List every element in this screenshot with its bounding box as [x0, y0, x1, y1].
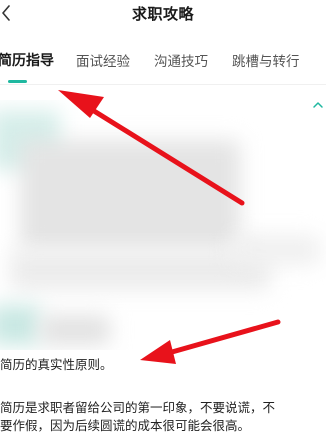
tabs-divider — [0, 84, 326, 85]
article-paragraph-line-1: 简历是求职者留给公司的第一印象，不要说谎，不 — [0, 400, 276, 415]
article-paragraph-line-2: 要作假，因为后续圆谎的成本很可能会很高。 — [0, 418, 251, 433]
page-title: 求职攻略 — [131, 5, 194, 23]
top-bar: 求职攻略 — [0, 0, 326, 28]
category-tabs: 简历指导 面试经验 沟通技巧 跳槽与转行 — [0, 44, 326, 83]
article-heading: 简历的真实性原则。 — [0, 357, 113, 372]
blurred-article-image — [0, 100, 326, 350]
tab-communication-skills[interactable]: 沟通技巧 — [154, 50, 208, 70]
tab-resume-guide[interactable]: 简历指导 — [0, 50, 54, 70]
active-tab-indicator — [8, 80, 27, 83]
tab-interview-experience[interactable]: 面试经验 — [76, 50, 130, 70]
app-screen: 求职攻略 简历指导 面试经验 沟通技巧 跳槽与转行 简历的真实性原则。 简历是求… — [0, 0, 326, 437]
tab-job-change[interactable]: 跳槽与转行 — [232, 50, 300, 70]
